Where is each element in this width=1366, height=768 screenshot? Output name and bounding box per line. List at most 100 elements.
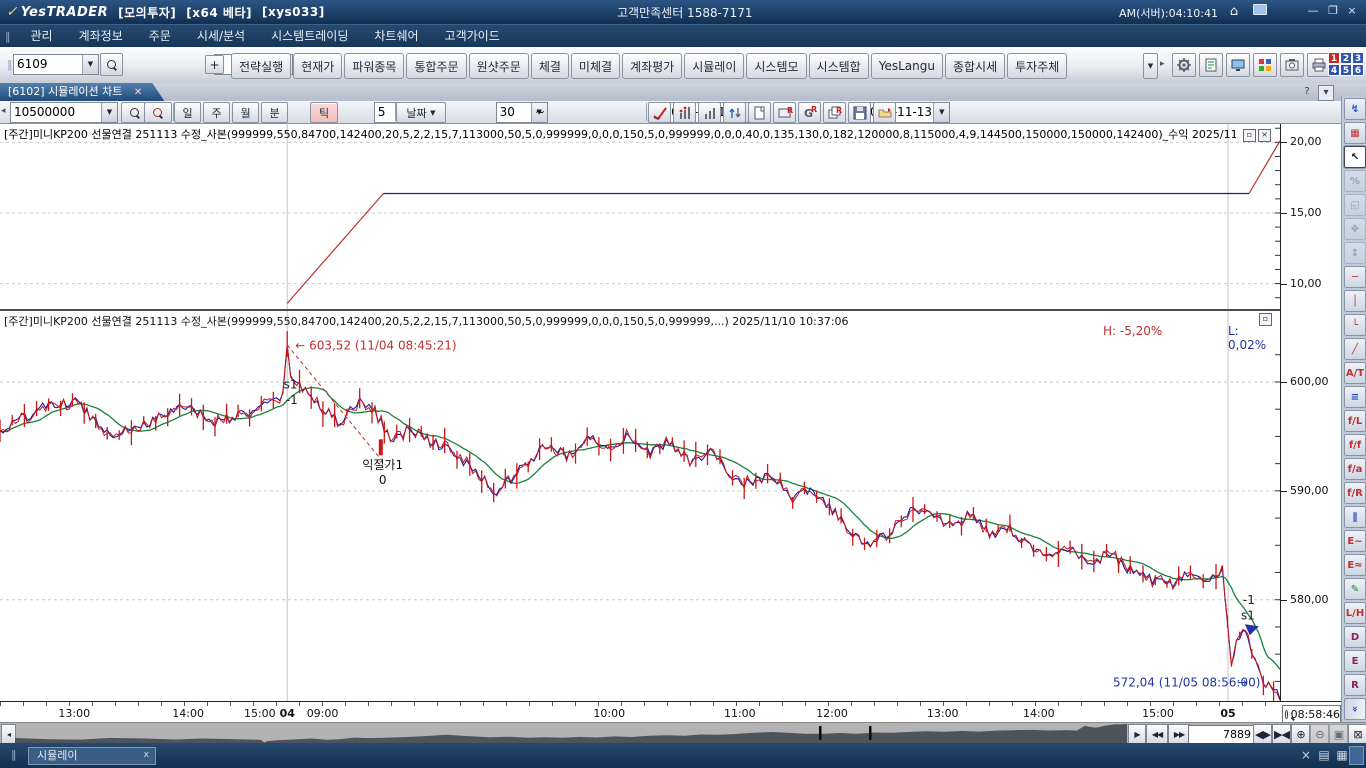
angle-line-tool[interactable]: └ [1344, 314, 1366, 336]
tab-close-icon[interactable]: ✕ [134, 87, 142, 98]
chart-symbol-input[interactable] [11, 103, 105, 120]
pattern-r-tool[interactable]: R [1344, 674, 1366, 696]
toolbar-overflow-icon[interactable]: ▸ [1160, 59, 1165, 69]
chevron-down-icon[interactable]: ▼ [82, 55, 98, 74]
expand-horiz-icon[interactable]: ◀▶ [1253, 724, 1272, 744]
tick-count-input[interactable] [497, 103, 535, 120]
fib-fan-tool[interactable]: f/f [1344, 434, 1366, 456]
zoom-in-icon[interactable]: ⊕ [1291, 724, 1310, 744]
new-window-icon[interactable] [748, 102, 771, 123]
text-tool[interactable]: A/T [1344, 362, 1366, 384]
window-list-icon[interactable]: ▤ [1316, 748, 1332, 762]
bar-count-input[interactable] [1188, 725, 1256, 744]
cursor-tool[interactable]: ↖ [1344, 146, 1366, 168]
fast-forward-icon[interactable]: ▶▶ [1168, 724, 1190, 744]
cascade-windows-icon[interactable]: ▦ [1334, 748, 1350, 762]
profit-chart-plot[interactable] [0, 124, 1280, 309]
quick-buttons-dropdown[interactable]: ▼ [1143, 53, 1158, 79]
replay-tv-icon[interactable]: R [773, 102, 796, 123]
layout-icon[interactable] [1253, 53, 1277, 77]
fib-retracement-tool[interactable]: f/R [1344, 482, 1366, 504]
chevron-down-icon[interactable]: ▼ [933, 103, 949, 122]
collapse-horiz-icon[interactable]: ▶◀ [1272, 724, 1291, 744]
profit-chart-pane[interactable]: [주간]미니KP200 선물연결 251113 수정_사본(999999,550… [0, 124, 1280, 309]
scroll-left-button[interactable]: ◂ [1, 724, 16, 744]
quick-button-1[interactable]: 현재가 [293, 53, 342, 79]
user-memo-icon[interactable] [1199, 53, 1223, 77]
add-screen-button[interactable]: + [205, 55, 224, 74]
status-tab-simulation[interactable]: 시뮬레이 x [28, 747, 156, 765]
quick-button-5[interactable]: 체결 [531, 53, 569, 79]
step-forward-icon[interactable]: ▶ [1128, 724, 1146, 744]
strategy-confirm-icon[interactable] [648, 102, 671, 123]
chart-symbol-combo[interactable]: ▼ [10, 102, 118, 123]
save-icon[interactable] [848, 102, 871, 123]
menu-item-3[interactable]: 시세/분석 [184, 25, 258, 48]
quick-button-8[interactable]: 시뮬레이 [684, 53, 744, 79]
screen-page-button-2[interactable]: 2 [1340, 52, 1352, 64]
pattern-d-tool[interactable]: D [1344, 626, 1366, 648]
quick-button-2[interactable]: 파워종목 [344, 53, 404, 79]
screen-page-button-4[interactable]: 4 [1328, 64, 1340, 76]
close-button[interactable]: × [1343, 4, 1361, 19]
menu-drag-handle[interactable]: ‖ [5, 30, 10, 43]
screen-number-combo[interactable]: ▼ [13, 54, 99, 75]
quick-button-3[interactable]: 통합주문 [406, 53, 466, 79]
screen-icon[interactable] [1250, 3, 1270, 20]
vertical-line-tool[interactable]: │ [1344, 290, 1366, 312]
volume-chart-icon[interactable] [698, 102, 721, 123]
menu-item-1[interactable]: 계좌정보 [66, 25, 136, 48]
pencil-tool[interactable]: ✎ [1344, 578, 1366, 600]
fit-range-icon[interactable]: ▣ [1329, 724, 1348, 744]
open-icon[interactable] [873, 102, 896, 123]
zoom-percent-tool[interactable]: % [1344, 170, 1366, 192]
price-chart-plot[interactable]: ← 603,52 (11/04 08:45:21)s1-1익절가10572,04… [0, 311, 1280, 701]
replay-copy-icon[interactable]: R [823, 102, 846, 123]
symbol-search-button[interactable] [100, 53, 123, 76]
status-drag-handle[interactable]: ‖ [11, 748, 16, 761]
replay-g-icon[interactable]: GR [798, 102, 821, 123]
parallel-lines-tool[interactable]: ≡ [1344, 386, 1366, 408]
quick-button-9[interactable]: 시스템모 [746, 53, 806, 79]
trend-line-tool[interactable]: ╱ [1344, 338, 1366, 360]
sort-updown-icon[interactable] [723, 102, 746, 123]
date-mode-button[interactable]: 날짜 ▼ [396, 102, 446, 123]
screen-page-button-5[interactable]: 5 [1340, 64, 1352, 76]
minimize-button[interactable]: — [1304, 4, 1322, 19]
close-strip-icon[interactable]: ⊠ [1348, 724, 1366, 744]
axis-scale-tool[interactable]: ↕ [1344, 242, 1366, 264]
toolbar-scroll-left-icon[interactable]: ◂ [1, 106, 6, 116]
pane-minimize-icon[interactable]: ▫ [1243, 129, 1256, 142]
tab-simulation-chart[interactable]: [6102] 시뮬레이션 차트 ✕ [0, 83, 164, 101]
quick-button-12[interactable]: 종합시세 [945, 53, 1005, 79]
refresh-icon[interactable]: ↯ [1344, 98, 1366, 120]
quick-button-4[interactable]: 원샷주문 [469, 53, 529, 79]
quick-button-11[interactable]: YesLangu [871, 53, 943, 79]
price-chart-pane[interactable]: ← 603,52 (11/04 08:45:21)s1-1익절가10572,04… [0, 311, 1280, 701]
elliott-impulse-tool[interactable]: E≈ [1344, 554, 1366, 576]
home-icon[interactable]: ⌂ [1224, 3, 1244, 20]
screen-number-input[interactable] [14, 55, 86, 72]
menu-item-0[interactable]: 관리 [18, 25, 66, 48]
screen-page-button-1[interactable]: 1 [1328, 52, 1340, 64]
pan-hand-tool[interactable]: ✥ [1344, 218, 1366, 240]
quick-button-6[interactable]: 미체결 [571, 53, 620, 79]
data-minimap[interactable] [15, 723, 1127, 743]
status-tab-close-icon[interactable]: x [144, 748, 149, 763]
period-button-2[interactable]: 월 [232, 102, 259, 123]
settings-icon[interactable] [1172, 53, 1196, 77]
high-low-tool[interactable]: L/H [1344, 602, 1366, 624]
zoom-out-icon[interactable]: ⊖ [1310, 724, 1329, 744]
quick-button-7[interactable]: 계좌평가 [622, 53, 682, 79]
help-button[interactable]: ? [1300, 85, 1314, 99]
quick-button-13[interactable]: 투자주체 [1007, 53, 1067, 79]
chart-settings-icon[interactable]: ▦ [1344, 122, 1366, 144]
menu-item-4[interactable]: 시스템트레이딩 [258, 25, 361, 48]
signal-chart-icon[interactable] [673, 102, 696, 123]
pane-close-icon[interactable]: × [1258, 129, 1271, 142]
tick-mode-button[interactable]: 틱 [310, 102, 338, 123]
chevron-down-icon[interactable]: ▼ [101, 103, 117, 122]
menu-item-5[interactable]: 차트쉐어 [361, 25, 431, 48]
fib-arc-tool[interactable]: f/a [1344, 458, 1366, 480]
period-button-0[interactable]: 일 [174, 102, 201, 123]
